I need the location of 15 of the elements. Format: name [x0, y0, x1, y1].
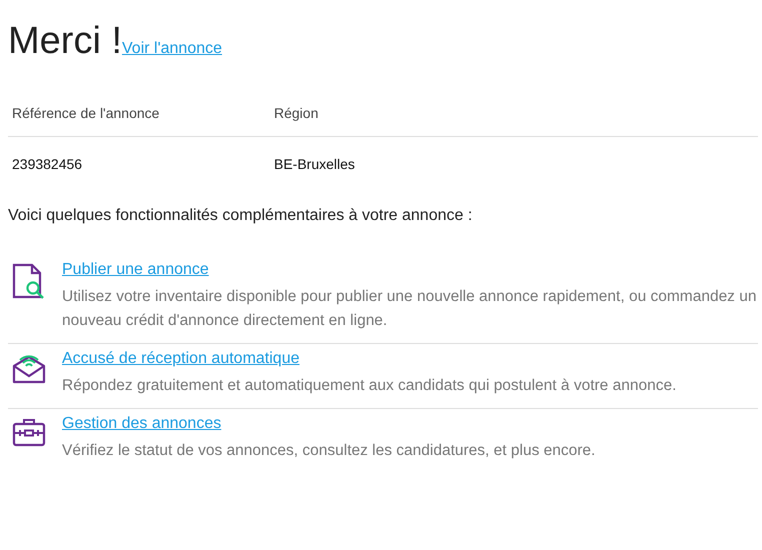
feature-link[interactable]: Gestion des annonces: [62, 415, 222, 432]
feature-description: Utilisez votre inventaire disponible pour publier une nouvelle annonce rapidement, ou commandez un nouveau crédit d'annonce directement en ligne.: [62, 287, 758, 331]
briefcase-icon: [12, 417, 46, 447]
table-cell-text: 239382456: [12, 156, 84, 172]
view-listing-link[interactable]: Voir l'annonce: [122, 40, 222, 58]
column-header: Référence de l'annonce: [12, 105, 160, 121]
intro-text: Voici quelques fonctionnalités complémentaires à votre annonce :: [8, 207, 474, 225]
page-title: Merci !: [8, 19, 122, 62]
table-cell: BE-Bruxelles: [274, 156, 355, 172]
feature-link[interactable]: Accusé de réception automatique: [62, 350, 300, 367]
column-header: Région: [274, 105, 318, 121]
feature-description: Répondez gratuitement et automatiquement aux candidats qui postulent à votre annonce.: [62, 376, 678, 396]
feature-description: Vérifiez le statut de vos annonces, consultez les candidatures, et plus encore.: [62, 441, 596, 461]
document-search-icon: [12, 263, 46, 299]
feature-link[interactable]: Publier une annonce: [62, 261, 209, 278]
